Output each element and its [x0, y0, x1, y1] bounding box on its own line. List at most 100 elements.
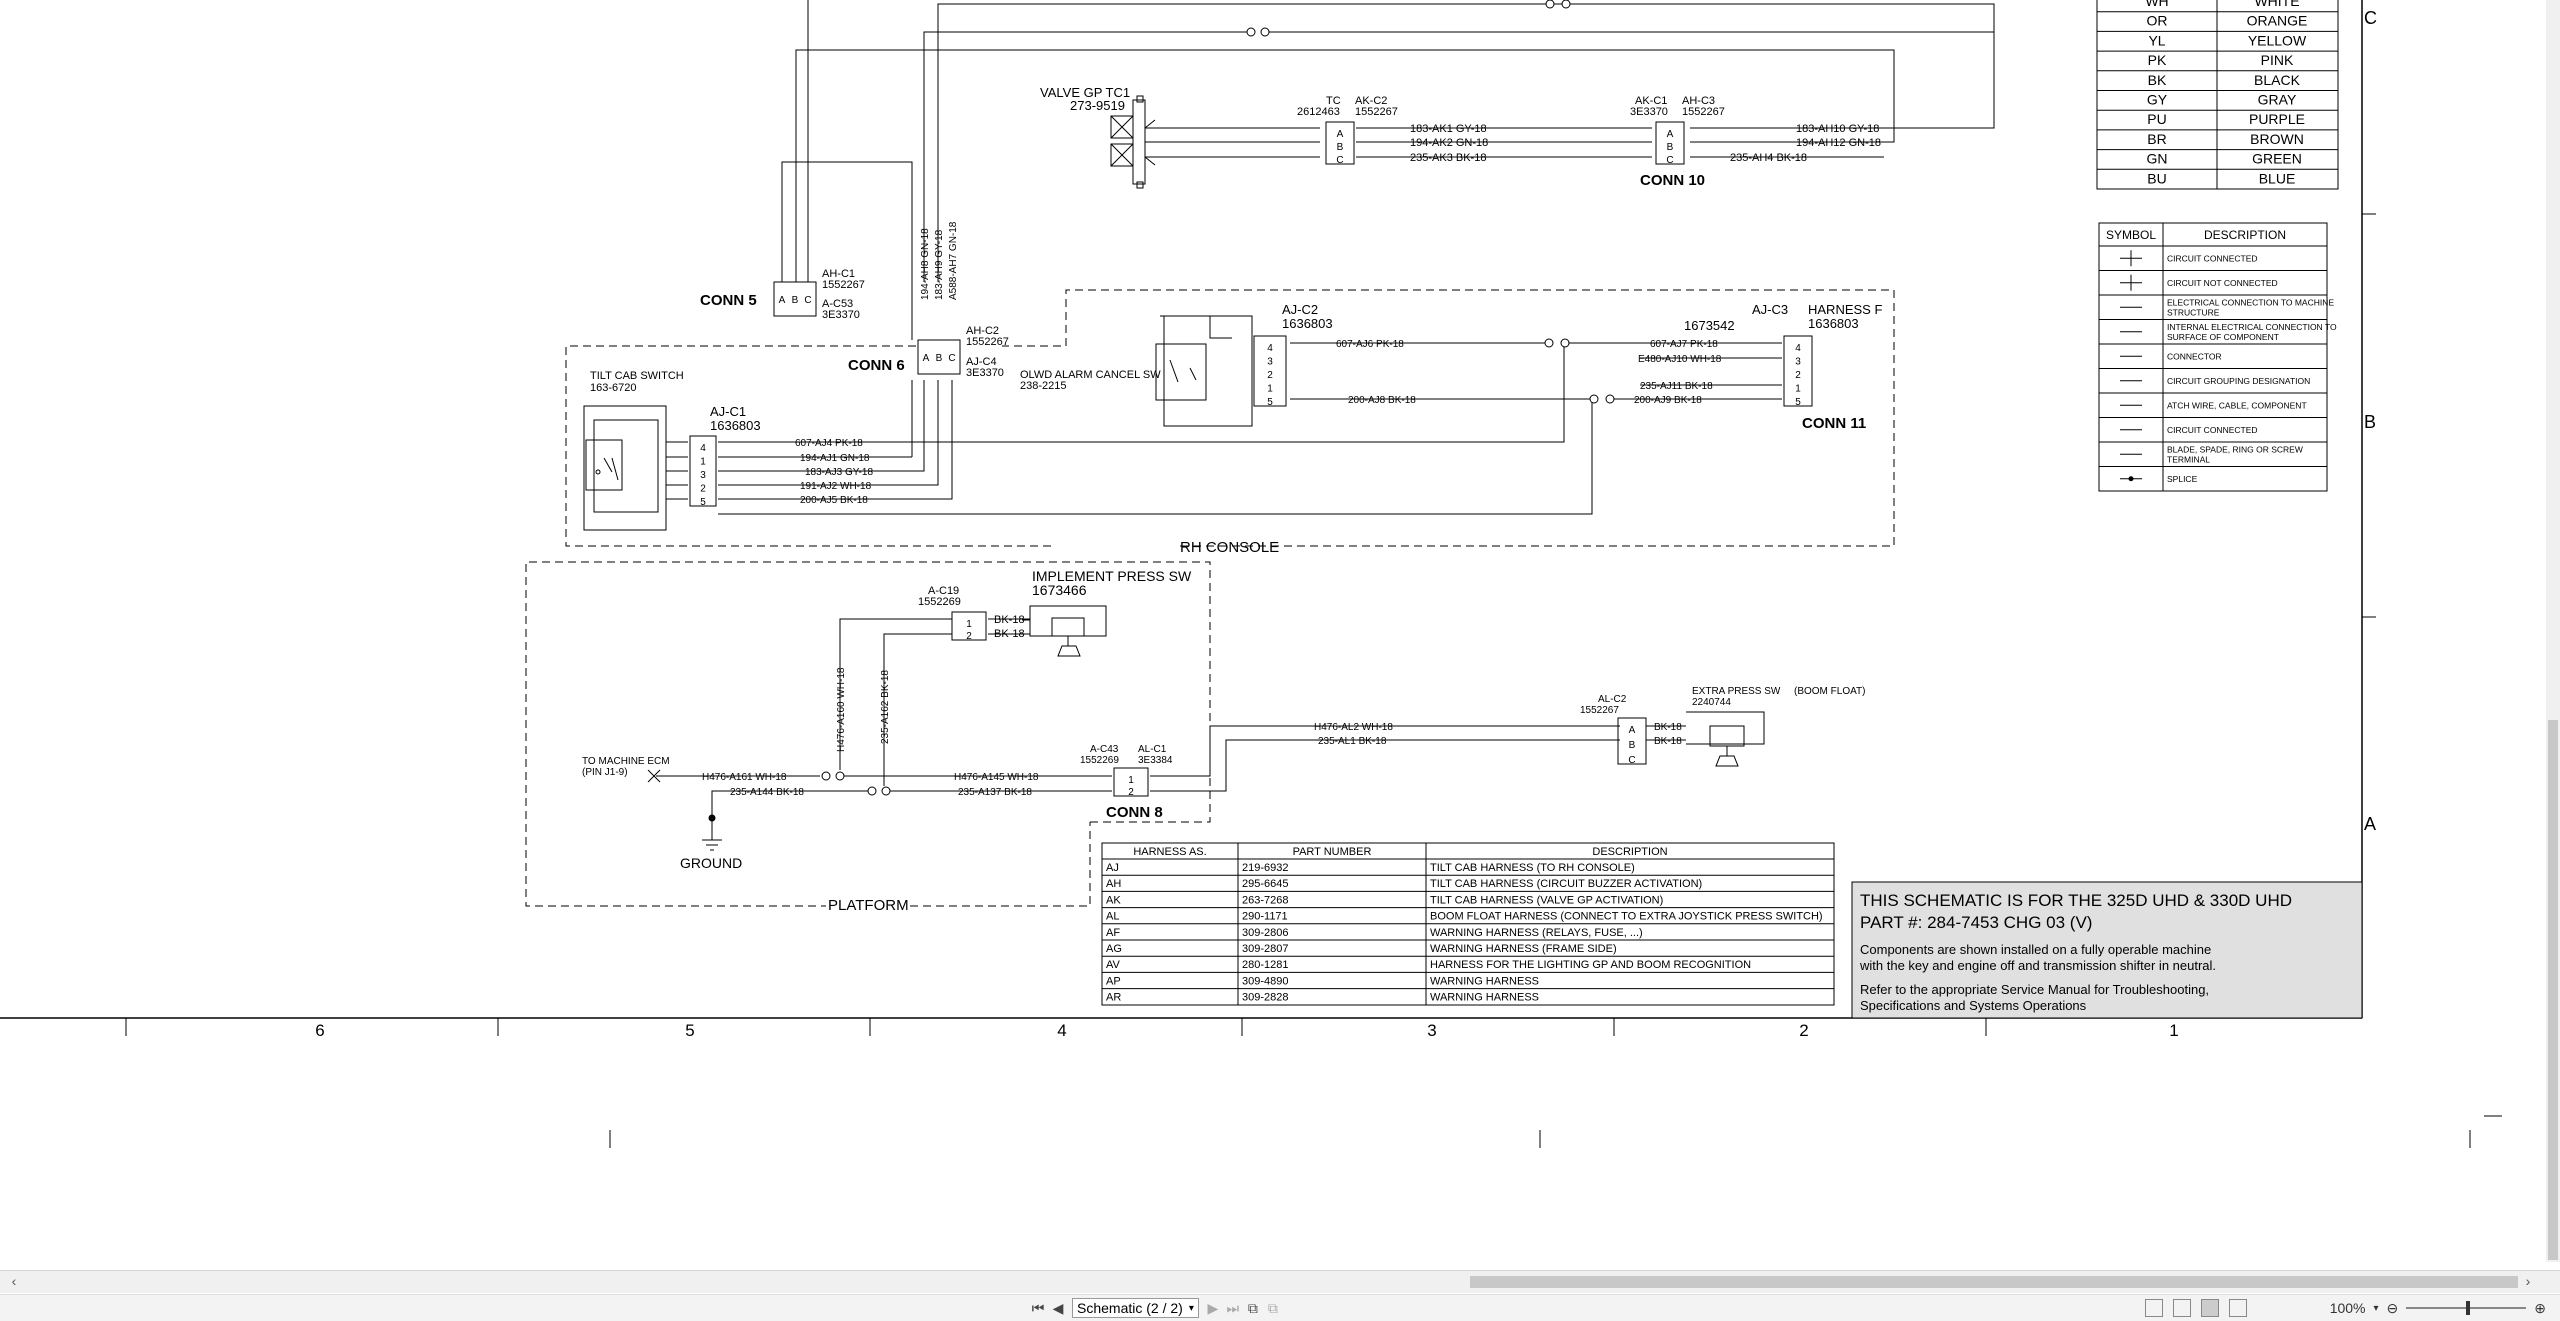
title-line1: THIS SCHEMATIC IS FOR THE 325D UHD & 330… [1860, 891, 2292, 910]
svg-text:C: C [1336, 155, 1343, 166]
connector-block: 4 3 2 1 5 [1253, 335, 1287, 408]
last-page-icon[interactable]: ⏭ [1223, 1299, 1243, 1317]
legend-color-name: WHITE [2254, 0, 2299, 9]
al-c2-label: AL-C2 [1598, 694, 1627, 705]
zoom-in-icon[interactable]: ⊕ [2534, 1300, 2546, 1317]
aj-c4-part: 3E3370 [966, 367, 1004, 379]
harness-table: HARNESS AS. PART NUMBER DESCRIPTION AJ 21… [1101, 842, 1835, 1006]
drawing-canvas[interactable]: C B A 6 5 4 3 2 1 WH WHITE OR ORANGE YL YELLO… [0, 0, 2560, 1262]
next-page-icon[interactable]: ▶ [1203, 1299, 1223, 1317]
symbol-glyph [2120, 274, 2142, 291]
svg-text:4: 4 [1795, 343, 1801, 354]
continuous-view-icon[interactable] [2173, 1299, 2191, 1317]
wire-a137: 235-A137 BK-18 [958, 787, 1032, 798]
fit-view-icon[interactable] [2229, 1299, 2247, 1317]
svg-text:2: 2 [966, 631, 972, 642]
symbol-description: CIRCUIT CONNECTED [2167, 425, 2258, 435]
tilt-cab-switch [583, 405, 667, 531]
connector-block: ABC [1655, 121, 1685, 166]
legend-code: OR [2147, 13, 2168, 29]
tilt-cab-switch-title: TILT CAB SWITCH [590, 370, 684, 382]
two-page-view-icon[interactable] [2201, 1299, 2219, 1317]
legend-color-name: GRAY [2258, 92, 2297, 108]
conn6-label: CONN 6 [848, 357, 905, 374]
duplicate-page-icon[interactable]: ⧉ [1263, 1299, 1283, 1317]
svg-text:C: C [804, 295, 811, 306]
symbol-table: SYMBOL DESCRIPTION CIRCUIT CONNECTED CIRC… [2098, 222, 2337, 492]
svg-text:2: 2 [1795, 370, 1801, 381]
viewer-toolbar: ⏮ ◀ Schematic (2 / 2) ▾ ▶ ⏭ ⧉ ⧉ 100% ▾ ⊖… [0, 1294, 2560, 1321]
legend-code: PK [2148, 52, 2167, 68]
legend-color-name: PINK [2261, 52, 2294, 68]
title-note1b: with the key and engine off and transmis… [1859, 958, 2216, 973]
wire-a144: 235-A144 BK-18 [730, 787, 804, 798]
harness-description: BOOM FLOAT HARNESS (CONNECT TO EXTRA JOY… [1430, 911, 1823, 923]
svg-text:B: B [1629, 740, 1636, 751]
connector-block: ABC [1325, 121, 1355, 166]
svg-text:3: 3 [1795, 357, 1801, 368]
upper-wiring [781, 0, 1995, 340]
wire-bk18-c: BK-18 [1654, 722, 1682, 733]
zoom-level[interactable]: 100% [2330, 1300, 2366, 1316]
first-page-icon[interactable]: ⏮ [1028, 1299, 1048, 1317]
svg-text:1: 1 [1795, 384, 1801, 395]
ak-c1-part: 3E3370 [1630, 106, 1668, 118]
legend-code: GY [2147, 92, 2168, 108]
title-note2b: Specifications and Systems Operations [1860, 998, 2087, 1013]
connector-block: ABC [773, 281, 817, 317]
chevron-down-icon[interactable]: ▾ [2374, 1303, 2379, 1314]
svg-text:A: A [1667, 129, 1674, 140]
svg-text:C: C [948, 353, 955, 364]
harness-code: AP [1106, 975, 1121, 987]
wire-bk18-d: BK-18 [1654, 736, 1682, 747]
svg-text:1: 1 [700, 457, 706, 468]
zone-letter-c: C [2364, 8, 2377, 28]
legend-code: BK [2148, 72, 2167, 88]
svg-text:B: B [1667, 142, 1674, 153]
symbol-description: CIRCUIT CONNECTED [2167, 253, 2258, 263]
al-c2-part: 1552267 [1580, 705, 1619, 716]
wire-ak1: 183-AK1 GY-18 [1410, 123, 1487, 135]
page-navigation: ⏮ ◀ Schematic (2 / 2) ▾ ▶ ⏭ ⧉ ⧉ [1028, 1298, 1283, 1318]
single-page-view-icon[interactable] [2145, 1299, 2163, 1317]
zoom-out-icon[interactable]: ⊖ [2387, 1300, 2399, 1317]
scroll-right-icon[interactable]: › [2520, 1273, 2536, 1289]
svg-text:2: 2 [700, 484, 706, 495]
previous-page-icon[interactable]: ◀ [1048, 1299, 1068, 1317]
svg-text:A: A [779, 295, 786, 306]
svg-text:2: 2 [1267, 370, 1273, 381]
zone-letter-a: A [2364, 814, 2376, 834]
wire-a145: H476-A145 WH-18 [954, 772, 1039, 783]
zone-number-1: 1 [2169, 1021, 2178, 1040]
to-ecm-title: TO MACHINE ECM [582, 756, 670, 767]
vertical-scrollbar[interactable] [2546, 0, 2560, 1262]
connector-block: ABC [1617, 717, 1647, 766]
harness-part-number: 295-6645 [1242, 878, 1289, 890]
harness-code: AK [1106, 894, 1121, 906]
connector-block: 12 [1113, 767, 1149, 798]
harness-code: AJ [1106, 862, 1119, 874]
title-note1a: Components are shown installed on a full… [1860, 942, 2211, 957]
page-select[interactable]: Schematic (2 / 2) ▾ [1072, 1298, 1199, 1318]
harness-part-number: 309-4890 [1242, 975, 1289, 987]
conn5-label: CONN 5 [700, 292, 757, 309]
wire-ah4: 235-AH4 BK-18 [1730, 152, 1807, 164]
legend-color-name: YELLOW [2248, 32, 2307, 48]
zoom-slider[interactable] [2406, 1301, 2527, 1315]
platform-box [525, 561, 1211, 907]
wire-aj5: 200-AJ5 BK-18 [800, 495, 868, 506]
a-c43-label: A-C43 [1090, 744, 1119, 755]
connector-block: 12 [951, 611, 987, 642]
scroll-left-icon[interactable]: ‹ [6, 1273, 22, 1289]
harness-code: AR [1106, 992, 1121, 1004]
connector-block: 4 1 3 2 5 [689, 435, 717, 508]
horizontal-scroll-thumb[interactable] [1470, 1276, 2518, 1288]
title-note2a: Refer to the appropriate Service Manual … [1860, 982, 2209, 997]
horizontal-scrollbar[interactable]: ‹ › [0, 1270, 2560, 1293]
vertical-scroll-thumb[interactable] [2548, 720, 2558, 1260]
symbol-description: CIRCUIT GROUPING DESIGNATION [2167, 376, 2310, 386]
zoom-slider-knob[interactable] [2466, 1301, 2471, 1315]
svg-text:4: 4 [700, 443, 706, 454]
zone-number-4: 4 [1057, 1021, 1066, 1040]
copy-page-icon[interactable]: ⧉ [1243, 1299, 1263, 1317]
